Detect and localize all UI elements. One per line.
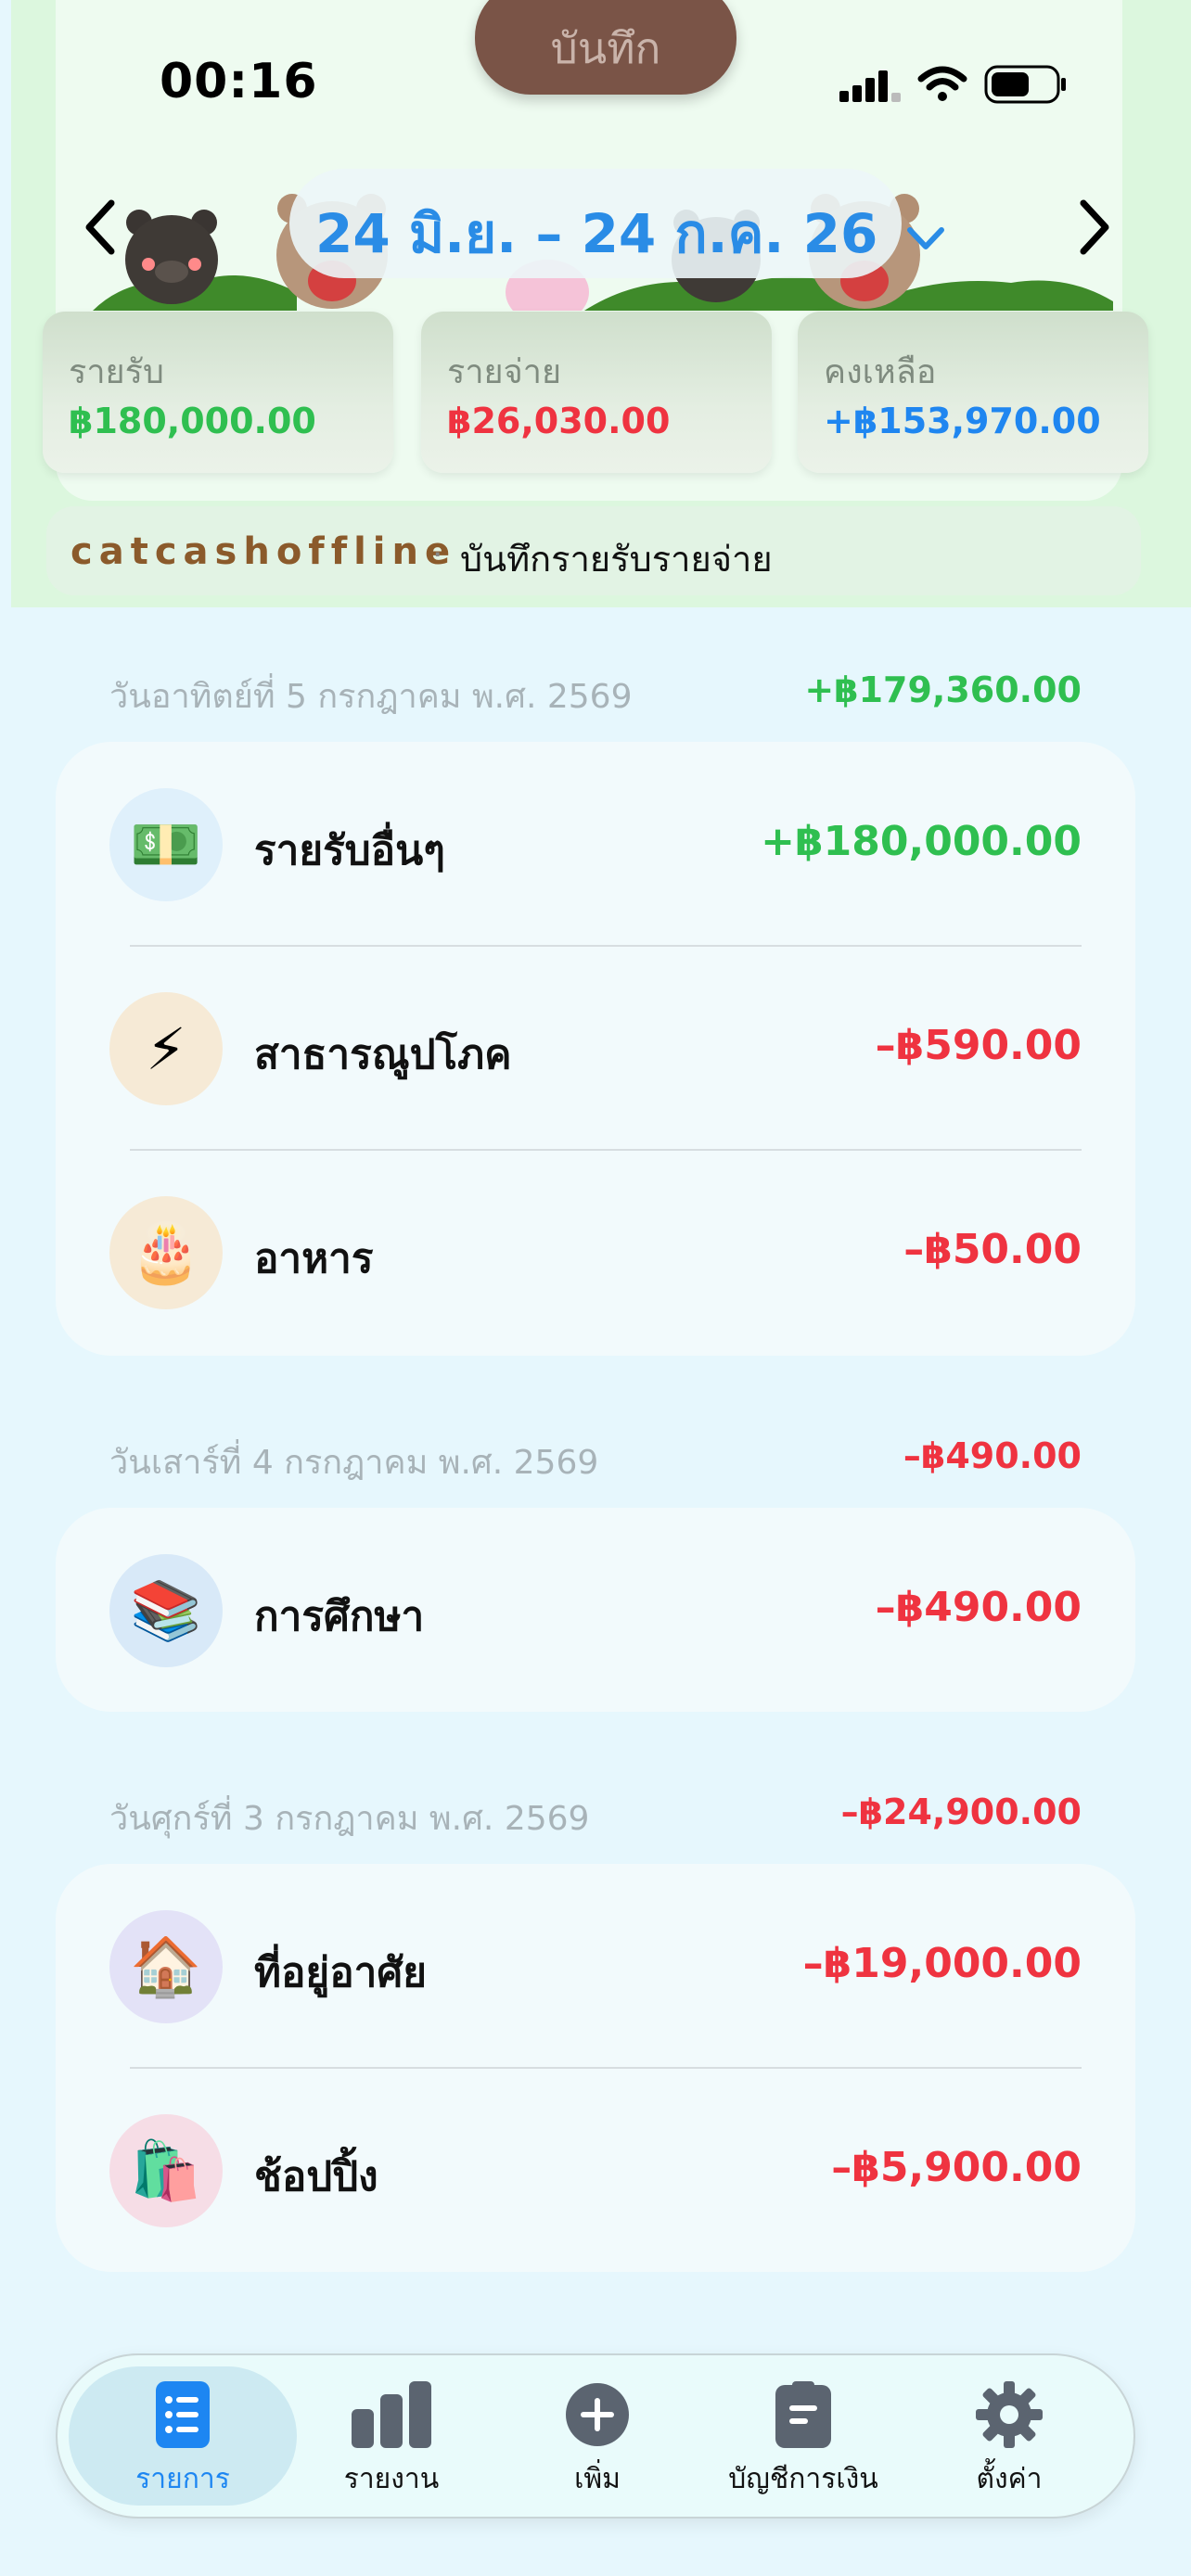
- balance-summary-card: คงเหลือ +฿153,970.00: [798, 312, 1148, 473]
- income-label: รายรับ: [69, 353, 164, 391]
- save-button[interactable]: บันทึก: [475, 0, 736, 95]
- date-range-text: 24 มิ.ย. – 24 ก.ค. 26: [315, 202, 878, 265]
- day-header-total: –฿490.00: [903, 1435, 1082, 1476]
- tab-report[interactable]: รายงาน: [289, 2381, 493, 2502]
- day-header-date: วันศุกร์ที่ 3 กรกฎาคม พ.ศ. 2569: [109, 1800, 590, 1838]
- tab-label: รายการ: [135, 2463, 230, 2495]
- next-period-button[interactable]: [1067, 190, 1122, 264]
- books-icon: 📚: [109, 1554, 223, 1667]
- tab-label: ตั้งค่า: [976, 2463, 1043, 2495]
- day-header-date: วันเสาร์ที่ 4 กรกฎาคม พ.ศ. 2569: [109, 1444, 599, 1482]
- tab-settings[interactable]: ตั้งค่า: [907, 2381, 1111, 2502]
- tab-accounts[interactable]: บัญชีการเงิน: [701, 2381, 905, 2502]
- dark-bear-left: [125, 210, 218, 304]
- expense-value: ฿26,030.00: [447, 401, 671, 441]
- day-header-total: –฿24,900.00: [840, 1792, 1082, 1832]
- tab-list[interactable]: รายการ: [81, 2381, 285, 2502]
- plus-circle-icon: [566, 2383, 629, 2446]
- cake-icon: 🎂: [109, 1196, 223, 1309]
- status-icons: [839, 65, 1068, 104]
- tab-label: บัญชีการเงิน: [728, 2463, 878, 2495]
- category-name: ช้อปปิ้ง: [254, 2153, 378, 2200]
- transaction-amount: –฿50.00: [903, 1226, 1082, 1273]
- chevron-right-icon: [1080, 199, 1109, 255]
- transaction-amount: –฿19,000.00: [802, 1940, 1082, 1987]
- income-value: ฿180,000.00: [69, 401, 316, 441]
- transaction-amount: –฿5,900.00: [831, 2144, 1082, 2191]
- transaction-row[interactable]: 📚 การศึกษา –฿490.00: [56, 1508, 1135, 1712]
- chevron-left-icon: [85, 199, 115, 255]
- prev-period-button[interactable]: [72, 190, 128, 264]
- transaction-group: 💵 รายรับอื่นๆ +฿180,000.00 ⚡ สาธารณูปโภค…: [56, 742, 1135, 1356]
- tab-label: รายงาน: [343, 2463, 440, 2495]
- category-name: สาธารณูปโภค: [254, 1031, 512, 1078]
- transaction-row[interactable]: 🎂 อาหาร –฿50.00: [56, 1150, 1135, 1354]
- transaction-row[interactable]: 🏠 ที่อยู่อาศัย –฿19,000.00: [56, 1864, 1135, 2068]
- wifi-icon: [917, 66, 967, 101]
- tab-bar: รายการ รายงาน เพิ่ม บัญชีการเงิน ตั้งค่า: [56, 2353, 1135, 2519]
- transaction-group: 🏠 ที่อยู่อาศัย –฿19,000.00 🛍️ ช้อปปิ้ง –…: [56, 1864, 1135, 2272]
- list-icon: [156, 2381, 210, 2448]
- transaction-row[interactable]: 🛍️ ช้อปปิ้ง –฿5,900.00: [56, 2068, 1135, 2272]
- brand-subtitle: บันทึกรายรับรายจ่าย: [460, 539, 773, 580]
- category-name: การศึกษา: [254, 1593, 425, 1640]
- balance-value: +฿153,970.00: [824, 401, 1101, 441]
- lightning-icon: ⚡: [109, 992, 223, 1105]
- category-name: อาหาร: [254, 1235, 374, 1282]
- save-label: บันทึก: [550, 22, 661, 73]
- money-icon: 💵: [109, 788, 223, 901]
- expense-label: รายจ่าย: [447, 353, 562, 391]
- transaction-row[interactable]: 💵 รายรับอื่นๆ +฿180,000.00: [56, 742, 1135, 946]
- tab-label: เพิ่ม: [574, 2463, 621, 2495]
- date-range-label[interactable]: 24 มิ.ย. – 24 ก.ค. 26: [315, 190, 945, 276]
- tab-add[interactable]: เพิ่ม: [495, 2381, 699, 2502]
- day-header-total: +฿179,360.00: [804, 670, 1082, 710]
- category-name: รายรับอื่นๆ: [254, 827, 445, 874]
- gear-icon: [976, 2381, 1043, 2448]
- expense-summary-card: รายจ่าย ฿26,030.00: [421, 312, 772, 473]
- clipboard-icon: [775, 2381, 831, 2448]
- transaction-amount: –฿490.00: [875, 1584, 1082, 1631]
- battery-icon: [984, 65, 1066, 104]
- transaction-amount: –฿590.00: [875, 1022, 1082, 1069]
- transaction-amount: +฿180,000.00: [761, 818, 1082, 865]
- bar-chart-icon: [352, 2381, 431, 2448]
- transaction-row[interactable]: ⚡ สาธารณูปโภค –฿590.00: [56, 946, 1135, 1150]
- shopping-bags-icon: 🛍️: [109, 2114, 223, 2227]
- income-summary-card: รายรับ ฿180,000.00: [43, 312, 393, 473]
- signal-icon: [839, 70, 901, 102]
- transaction-group: 📚 การศึกษา –฿490.00: [56, 1508, 1135, 1712]
- day-header-date: วันอาทิตย์ที่ 5 กรกฎาคม พ.ศ. 2569: [109, 678, 633, 716]
- balance-label: คงเหลือ: [824, 353, 937, 391]
- chevron-down-icon: [906, 227, 944, 249]
- status-time: 00:16: [160, 54, 318, 109]
- brand-separator: ·: [432, 536, 443, 574]
- category-name: ที่อยู่อาศัย: [254, 1949, 428, 1996]
- house-icon: 🏠: [109, 1910, 223, 2023]
- brand-name: catcashoffline: [70, 530, 457, 573]
